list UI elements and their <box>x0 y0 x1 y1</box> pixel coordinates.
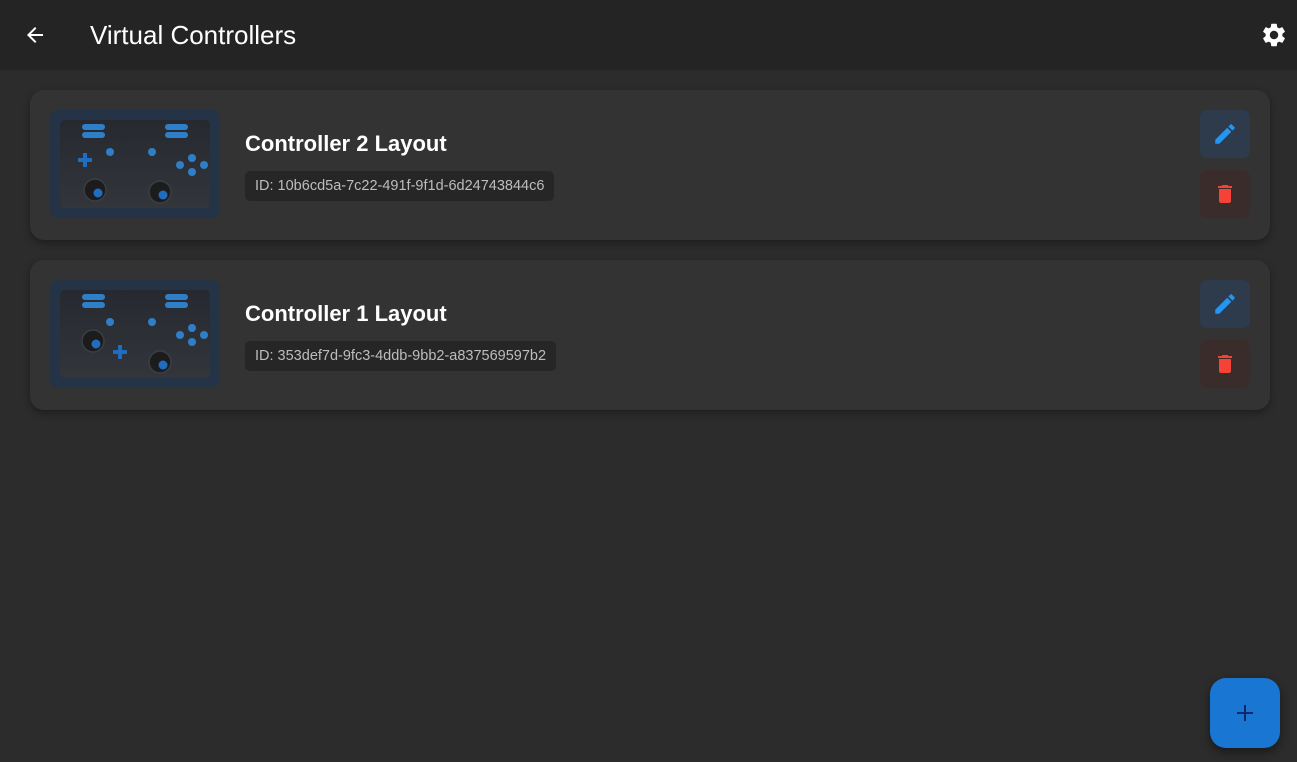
controller-preview-thumbnail <box>50 280 220 388</box>
gamepad-layout-icon <box>78 124 208 204</box>
delete-button[interactable] <box>1200 170 1250 218</box>
arrow-back-icon <box>27 27 43 43</box>
edit-button[interactable] <box>1200 280 1250 328</box>
pencil-icon <box>1215 294 1235 314</box>
settings-button[interactable] <box>1256 17 1292 53</box>
page-title: Virtual Controllers <box>90 20 297 50</box>
plus-icon <box>1237 705 1253 721</box>
add-controller-button[interactable] <box>1210 678 1280 748</box>
pencil-icon <box>1215 124 1235 144</box>
controller-card[interactable]: Controller 2 Layout ID: 10b6cd5a-7c22-49… <box>30 90 1270 240</box>
controller-id-chip: ID: 10b6cd5a-7c22-491f-9f1d-6d24743844c6 <box>245 171 555 201</box>
gamepad-preview <box>60 120 210 208</box>
edit-button[interactable] <box>1200 110 1250 158</box>
controller-preview-thumbnail <box>50 110 220 218</box>
gear-icon <box>1263 23 1285 47</box>
controller-title: Controller 2 Layout <box>245 131 447 156</box>
controller-title: Controller 1 Layout <box>245 301 447 326</box>
back-button[interactable] <box>14 15 56 55</box>
controller-card[interactable]: Controller 1 Layout ID: 353def7d-9fc3-4d… <box>30 260 1270 410</box>
trash-icon <box>1218 355 1232 373</box>
trash-icon <box>1218 185 1232 203</box>
app-bar: Virtual Controllers <box>0 0 1297 70</box>
controller-id-chip: ID: 353def7d-9fc3-4ddb-9bb2-a837569597b2 <box>245 341 557 371</box>
delete-button[interactable] <box>1200 340 1250 388</box>
gamepad-preview <box>60 290 210 378</box>
gamepad-layout-icon <box>81 294 208 374</box>
